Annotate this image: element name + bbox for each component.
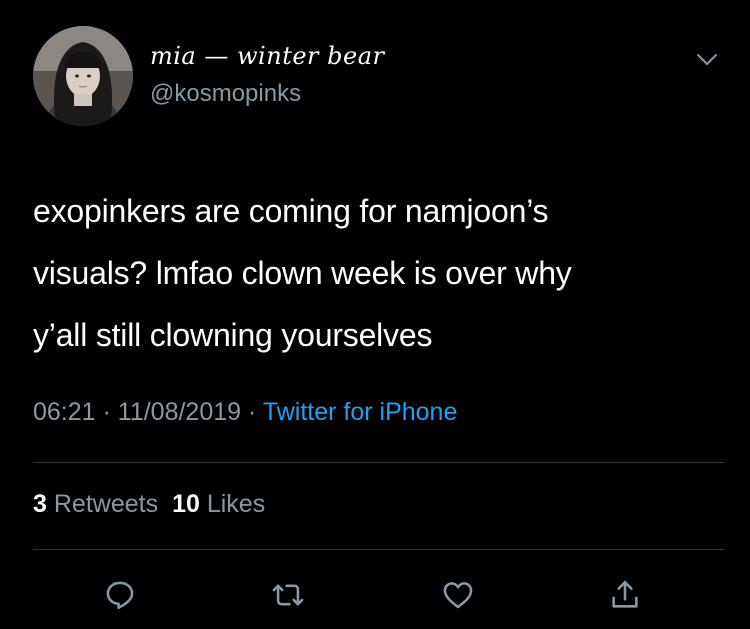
tweet-text-line: visuals? lmfao clown week is over why bbox=[33, 255, 572, 291]
display-name-second: winter bear bbox=[237, 42, 385, 70]
display-name-first: mia bbox=[150, 42, 197, 70]
display-name[interactable]: mia — winter bear bbox=[150, 42, 385, 74]
tweet-text-line: y’all still clowning yourselves bbox=[33, 317, 433, 353]
tweet-text: exopinkers are coming for namjoon’s visu… bbox=[33, 180, 723, 366]
tweet-date: 11/08/2019 bbox=[117, 398, 242, 426]
meta-separator: · bbox=[241, 398, 263, 426]
display-name-dash: — bbox=[196, 42, 238, 70]
reply-button[interactable] bbox=[100, 575, 140, 615]
share-icon bbox=[612, 580, 638, 608]
avatar-image bbox=[33, 26, 133, 126]
retweet-button[interactable] bbox=[268, 575, 308, 615]
retweets-count: 3 bbox=[33, 490, 47, 518]
meta-separator: · bbox=[95, 398, 118, 426]
user-handle[interactable]: @kosmopinks bbox=[150, 80, 301, 108]
divider bbox=[33, 462, 725, 463]
share-button[interactable] bbox=[605, 575, 645, 615]
heart-icon bbox=[443, 582, 473, 609]
like-button[interactable] bbox=[438, 575, 478, 615]
retweet-icon bbox=[272, 584, 304, 606]
tweet-source-link[interactable]: Twitter for iPhone bbox=[263, 398, 458, 426]
likes-count: 10 bbox=[172, 490, 200, 518]
tweet-time: 06:21 bbox=[33, 398, 96, 426]
tweet-stats: 3 Retweets 10 Likes bbox=[33, 490, 265, 519]
divider bbox=[33, 549, 725, 550]
tweet-text-line: exopinkers are coming for namjoon’s bbox=[33, 193, 549, 229]
avatar[interactable] bbox=[33, 26, 133, 126]
likes-stat[interactable]: 10 Likes bbox=[172, 490, 265, 518]
retweets-stat[interactable]: 3 Retweets bbox=[33, 490, 158, 518]
likes-label: Likes bbox=[206, 490, 266, 518]
chevron-down-icon[interactable] bbox=[695, 52, 719, 68]
retweets-label: Retweets bbox=[53, 490, 159, 518]
reply-icon bbox=[106, 581, 134, 610]
tweet-meta: 06:21 · 11/08/2019 · Twitter for iPhone bbox=[33, 398, 457, 427]
